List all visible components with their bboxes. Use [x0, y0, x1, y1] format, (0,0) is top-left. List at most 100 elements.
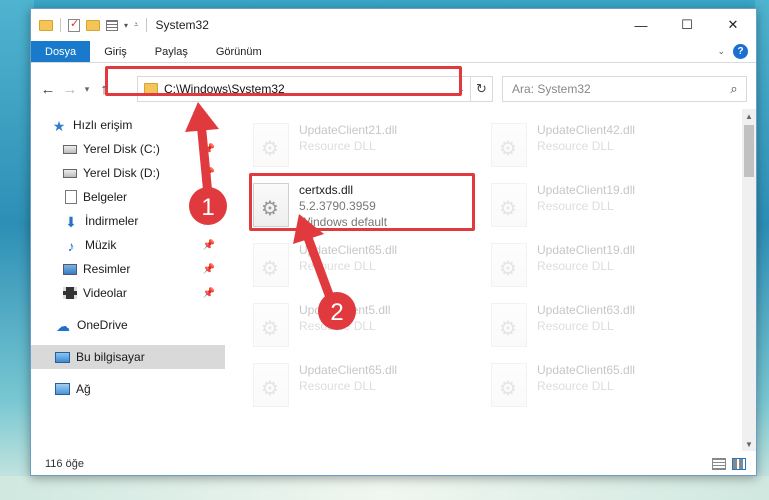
title-bar: ▾ ⩡ System32 — ☐ ✕ [31, 9, 756, 41]
window-title: System32 [155, 18, 209, 32]
pin-icon[interactable]: 📌 [203, 240, 215, 251]
scrollbar-thumb[interactable] [744, 125, 754, 177]
file-description: Resource DLL [299, 139, 376, 153]
sidebar-item-label: Resimler [83, 262, 131, 276]
maximize-button[interactable]: ☐ [664, 9, 710, 41]
sidebar-item-network[interactable]: Ağ [31, 377, 225, 401]
pin-icon[interactable]: 📌 [203, 192, 215, 203]
sidebar-item-label: Bu bilgisayar [76, 350, 145, 364]
file-description: Resource DLL [537, 379, 614, 393]
pin-icon[interactable]: 📌 [203, 216, 215, 227]
file-name: UpdateClient19.dll [537, 183, 636, 197]
sidebar-item-documents[interactable]: Belgeler 📌 [31, 185, 225, 209]
file-item[interactable]: UpdateClient65.dll Resource DLL [227, 357, 457, 415]
ribbon-tabs: Dosya Giriş Paylaş Görünüm ⌄ ? [31, 41, 756, 63]
file-highlight-box [249, 173, 475, 231]
file-item[interactable]: UpdateClient5.dll Resource DLL [227, 297, 457, 355]
computer-icon [55, 351, 70, 363]
navigation-pane: ★ Hızlı erişim Yerel Disk (C:) 📌 Yerel D… [31, 109, 225, 451]
file-name: UpdateClient65.dll [537, 363, 636, 377]
file-description: Resource DLL [299, 379, 376, 393]
file-list: UpdateClient21.dll Resource DLL certxds.… [227, 109, 744, 451]
dll-file-icon [491, 123, 527, 167]
file-item[interactable]: UpdateClient21.dll Resource DLL [227, 117, 457, 175]
file-item[interactable]: UpdateClient63.dll Resource DLL [465, 297, 695, 355]
sidebar-item-quick-access[interactable]: ★ Hızlı erişim [31, 113, 225, 137]
status-bar: 116 öğe [31, 451, 756, 475]
file-name: UpdateClient42.dll [537, 123, 636, 137]
pin-icon[interactable]: 📌 [203, 168, 215, 179]
sidebar-item-disk-c[interactable]: Yerel Disk (C:) 📌 [31, 137, 225, 161]
folder-icon [39, 19, 53, 31]
drive-icon [63, 144, 77, 154]
pictures-icon [63, 263, 77, 275]
tab-view[interactable]: Görünüm [202, 41, 276, 62]
quick-access-toolbar: ▾ ⩡ [31, 17, 148, 32]
sidebar-item-pictures[interactable]: Resimler 📌 [31, 257, 225, 281]
vertical-scrollbar[interactable]: ▲ ▼ [742, 109, 756, 451]
file-description: Resource DLL [537, 319, 614, 333]
dll-file-icon [491, 363, 527, 407]
file-name: UpdateClient65.dll [299, 363, 398, 377]
expand-ribbon-icon[interactable]: ⌄ [717, 46, 725, 57]
scroll-up-icon[interactable]: ▲ [742, 109, 756, 123]
search-input[interactable]: Ara: System32 [503, 82, 722, 96]
address-highlight-box [105, 66, 462, 96]
view-icon[interactable] [106, 19, 118, 31]
minimize-button[interactable]: — [618, 9, 664, 41]
music-icon: ♪ [67, 238, 75, 254]
sidebar-item-this-pc[interactable]: Bu bilgisayar [31, 345, 225, 369]
forward-icon[interactable]: → [59, 81, 81, 98]
file-item[interactable]: UpdateClient42.dll Resource DLL [465, 117, 695, 175]
file-description: Resource DLL [537, 199, 614, 213]
dll-file-icon [491, 243, 527, 287]
pin-icon[interactable]: 📌 [203, 144, 215, 155]
file-item[interactable]: UpdateClient19.dll Resource DLL [465, 177, 695, 235]
dll-file-icon [253, 363, 289, 407]
chevron-down-icon[interactable]: ▾ [124, 21, 128, 30]
downloads-icon: ⬇ [65, 214, 77, 230]
search-box[interactable]: Ara: System32 ⌕ [502, 76, 747, 102]
file-name: UpdateClient65.dll [299, 243, 398, 257]
scroll-down-icon[interactable]: ▼ [742, 437, 756, 451]
ribbon-right-controls: ⌄ ? [717, 41, 756, 62]
help-icon[interactable]: ? [733, 44, 748, 59]
customize-toolbar-icon[interactable]: ⩡ [134, 20, 139, 30]
documents-icon [65, 190, 77, 204]
sidebar-item-music[interactable]: ♪ Müzik 📌 [31, 233, 225, 257]
close-button[interactable]: ✕ [710, 9, 756, 41]
tab-file[interactable]: Dosya [31, 41, 91, 62]
dll-file-icon [253, 303, 289, 347]
recent-locations-icon[interactable]: ▾ [81, 84, 93, 95]
dll-file-icon [253, 123, 289, 167]
file-item[interactable]: UpdateClient65.dll Resource DLL [227, 237, 457, 295]
window-controls: — ☐ ✕ [618, 9, 756, 41]
sidebar-item-label: İndirmeler [85, 214, 139, 228]
file-name: UpdateClient63.dll [537, 303, 636, 317]
back-icon[interactable]: ← [37, 81, 59, 98]
search-icon[interactable]: ⌕ [722, 81, 746, 97]
sidebar-item-label: Müzik [85, 238, 117, 252]
sidebar-item-disk-d[interactable]: Yerel Disk (D:) 📌 [31, 161, 225, 185]
file-item[interactable]: UpdateClient19.dll Resource DLL [465, 237, 695, 295]
new-folder-icon[interactable] [86, 19, 100, 31]
large-icons-view-icon[interactable] [732, 458, 746, 470]
refresh-icon[interactable]: ↻ [470, 77, 492, 101]
sidebar-item-onedrive[interactable]: ☁ OneDrive [31, 313, 225, 337]
tab-home[interactable]: Giriş [90, 41, 141, 62]
sidebar-item-videos[interactable]: Videolar 📌 [31, 281, 225, 305]
file-item[interactable]: UpdateClient65.dll Resource DLL [465, 357, 695, 415]
details-view-icon[interactable] [712, 458, 726, 470]
file-description: Resource DLL [537, 259, 614, 273]
sidebar-item-label: Yerel Disk (C:) [83, 142, 160, 156]
file-description: Resource DLL [537, 139, 614, 153]
tab-share[interactable]: Paylaş [141, 41, 202, 62]
pin-icon[interactable]: 📌 [203, 288, 215, 299]
sidebar-item-label: OneDrive [77, 318, 128, 332]
properties-icon[interactable] [68, 17, 80, 32]
sidebar-item-label: Ağ [76, 382, 91, 396]
pin-icon[interactable]: 📌 [203, 264, 215, 275]
divider [60, 18, 61, 32]
sidebar-item-downloads[interactable]: ⬇ İndirmeler 📌 [31, 209, 225, 233]
desktop-background-left [0, 0, 34, 500]
